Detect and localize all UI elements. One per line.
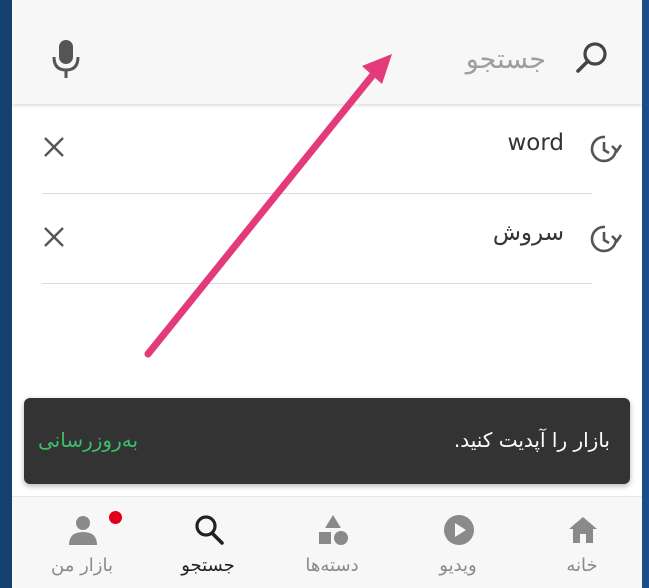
history-item[interactable]: word	[42, 104, 622, 194]
app-screen: جستجو word سروش	[12, 6, 642, 588]
nav-categories[interactable]: دسته‌ها	[272, 497, 392, 588]
update-snackbar: بازار را آپدیت کنید. به‌روزرسانی	[24, 398, 630, 484]
search-bar[interactable]: جستجو	[12, 6, 642, 104]
history-clock-icon	[590, 225, 622, 253]
nav-home[interactable]: خانه	[522, 497, 642, 588]
home-icon	[569, 517, 597, 543]
nav-categories-label: دسته‌ها	[305, 555, 359, 576]
background-left	[0, 0, 12, 588]
search-icon[interactable]	[572, 38, 612, 78]
search-icon	[195, 515, 224, 545]
play-icon	[444, 515, 474, 545]
search-input[interactable]: جستجو	[466, 44, 546, 75]
microphone-icon[interactable]	[50, 38, 82, 80]
nav-home-label: خانه	[566, 555, 598, 576]
nav-my-bazaar[interactable]: بازار من	[22, 497, 142, 588]
nav-video-label: ویدیو	[439, 555, 477, 576]
history-label: سروش	[492, 220, 564, 246]
close-icon[interactable]	[42, 225, 66, 249]
history-clock-icon	[590, 135, 622, 163]
user-icon	[69, 516, 97, 545]
close-icon[interactable]	[42, 135, 66, 159]
snackbar-message: بازار را آپدیت کنید.	[453, 428, 610, 452]
nav-search-label: جستجو	[181, 555, 235, 576]
update-button[interactable]: به‌روزرسانی	[38, 428, 138, 452]
bottom-navigation: خانه ویدیو دسته‌ها جستجو	[12, 496, 642, 588]
history-label: word	[507, 130, 564, 156]
nav-my-bazaar-label: بازار من	[51, 555, 113, 576]
nav-search[interactable]: جستجو	[148, 497, 268, 588]
nav-video[interactable]: ویدیو	[398, 497, 518, 588]
notification-dot	[109, 511, 122, 524]
categories-icon	[319, 515, 348, 545]
history-item[interactable]: سروش	[42, 194, 622, 284]
divider	[42, 283, 592, 284]
